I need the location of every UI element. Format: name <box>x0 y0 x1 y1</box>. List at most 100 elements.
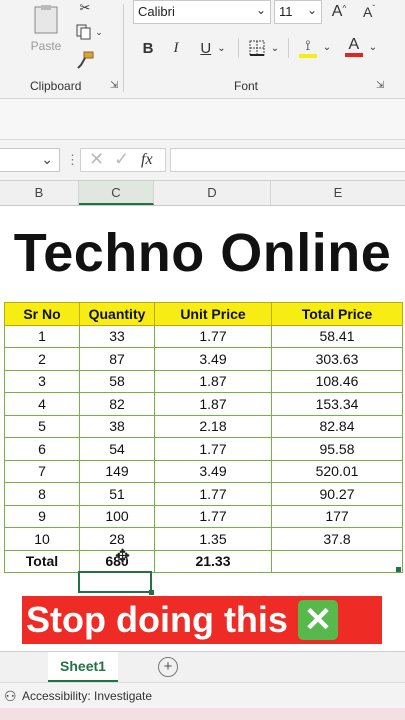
italic-button[interactable]: I <box>166 36 186 60</box>
cell[interactable]: 1.77 <box>154 324 272 348</box>
dialog-launcher-icon[interactable]: ⇲ <box>376 80 384 91</box>
cell[interactable]: 303.63 <box>271 347 403 371</box>
name-box[interactable]: ⌄ <box>0 148 60 172</box>
borders-icon <box>249 40 265 56</box>
cell[interactable]: 51 <box>79 482 155 506</box>
font-name-dropdown[interactable]: Calibri ⌄ <box>133 0 271 24</box>
fill-handle[interactable] <box>396 567 401 572</box>
cell[interactable]: 1.87 <box>154 392 272 416</box>
table-row: 8 51 1.77 90.27 <box>4 482 403 506</box>
cell[interactable]: 82.84 <box>271 414 403 438</box>
format-painter-button[interactable] <box>74 50 96 70</box>
copy-icon <box>76 24 91 40</box>
underline-button[interactable]: U ⌄ <box>194 36 232 60</box>
cell[interactable]: 149 <box>79 459 155 483</box>
cell[interactable]: 1.77 <box>154 437 272 461</box>
cell[interactable]: 8 <box>4 482 80 506</box>
shrink-font-button[interactable]: Aˇ <box>358 0 380 24</box>
cell[interactable]: 58.41 <box>271 324 403 348</box>
cell[interactable]: 38 <box>79 414 155 438</box>
warning-banner: Stop doing this ✕ <box>22 596 382 644</box>
group-separator <box>123 4 124 92</box>
selected-cell[interactable] <box>78 571 152 593</box>
paint-bucket-icon: ⟟ <box>305 36 311 53</box>
cell[interactable]: 1.77 <box>154 504 272 528</box>
cell[interactable]: 33 <box>79 324 155 348</box>
cell[interactable]: 87 <box>79 347 155 371</box>
accessibility-icon[interactable]: ⚇ <box>4 688 17 705</box>
table-row: 9 100 1.77 177 <box>4 504 403 528</box>
clipboard-group-label: Clipboard <box>30 79 82 93</box>
header-total-price[interactable]: Total Price <box>271 302 403 326</box>
cell[interactable]: 100 <box>79 504 155 528</box>
table-row: 6 54 1.77 95.58 <box>4 437 403 461</box>
table-row: 1 33 1.77 58.41 <box>4 324 403 348</box>
clipboard-icon <box>34 5 58 34</box>
cell[interactable]: 3.49 <box>154 347 272 371</box>
ribbon-collapsed-area <box>0 99 405 140</box>
cell[interactable]: 37.8 <box>271 527 403 551</box>
paste-label: Paste <box>30 39 62 53</box>
cut-button[interactable]: ✂ <box>76 0 94 16</box>
cell[interactable]: 4 <box>4 392 80 416</box>
total-label[interactable]: Total <box>4 549 80 573</box>
font-group-label: Font <box>234 79 259 93</box>
cancel-icon[interactable]: ✕ <box>89 149 104 170</box>
check-icon[interactable]: ✓ <box>114 149 129 170</box>
cell[interactable]: 58 <box>79 369 155 393</box>
table-row: 4 82 1.87 153.34 <box>4 392 403 416</box>
cell[interactable]: 1.87 <box>154 369 272 393</box>
cell[interactable]: 177 <box>271 504 403 528</box>
cell[interactable]: 520.01 <box>271 459 403 483</box>
cell[interactable]: 153.34 <box>271 392 403 416</box>
chevron-down-icon: ⌄ <box>306 3 317 17</box>
cell[interactable]: 82 <box>79 392 155 416</box>
header-unit-price[interactable]: Unit Price <box>154 302 272 326</box>
cell[interactable]: 10 <box>4 527 80 551</box>
cell[interactable]: 5 <box>4 414 80 438</box>
cell[interactable]: 1.35 <box>154 527 272 551</box>
total-total-price[interactable] <box>271 549 403 573</box>
header-quantity[interactable]: Quantity <box>79 302 155 326</box>
dialog-launcher-icon[interactable]: ⇲ <box>110 80 118 91</box>
font-color-button[interactable]: A ⌄ <box>340 34 382 60</box>
cell[interactable]: 6 <box>4 437 80 461</box>
cell-fill-handle[interactable] <box>149 590 154 595</box>
cell[interactable]: 7 <box>4 459 80 483</box>
cell[interactable]: 9 <box>4 504 80 528</box>
cell[interactable]: 108.46 <box>271 369 403 393</box>
fill-color-button[interactable]: ⟟ ⌄ <box>294 34 336 60</box>
chevron-down-icon: ⌄ <box>255 3 266 17</box>
cell[interactable]: 3.49 <box>154 459 272 483</box>
cell[interactable]: 95.58 <box>271 437 403 461</box>
accessibility-status[interactable]: Accessibility: Investigate <box>22 689 152 703</box>
header-sr-no[interactable]: Sr No <box>4 302 80 326</box>
cell[interactable]: 2 <box>4 347 80 371</box>
cell[interactable]: 3 <box>4 369 80 393</box>
column-header-e[interactable]: E <box>271 181 405 205</box>
cell[interactable]: 90.27 <box>271 482 403 506</box>
cell[interactable]: 2.18 <box>154 414 272 438</box>
grow-font-button[interactable]: A ^ <box>328 0 350 24</box>
add-sheet-button[interactable]: + <box>158 657 178 677</box>
column-header-d[interactable]: D <box>154 181 271 205</box>
borders-button[interactable]: ⌄ <box>244 36 284 60</box>
insert-function-icon[interactable]: fx <box>141 151 153 169</box>
formula-input[interactable] <box>170 148 405 172</box>
font-size-dropdown[interactable]: 11 ⌄ <box>274 0 322 24</box>
data-table: Sr No Quantity Unit Price Total Price 13… <box>4 302 403 573</box>
copy-button[interactable]: ⌄ <box>74 22 104 42</box>
toolbar-divider <box>238 38 239 58</box>
banner-text: Stop doing this <box>26 599 288 640</box>
paste-button[interactable]: Paste <box>24 0 68 58</box>
sheet-tab-sheet1[interactable]: Sheet1 <box>48 652 118 683</box>
grow-font-icon: A <box>331 3 343 20</box>
cell[interactable]: 1.77 <box>154 482 272 506</box>
cell[interactable]: 54 <box>79 437 155 461</box>
column-header-b[interactable]: B <box>0 181 79 205</box>
font-color-swatch <box>344 53 363 57</box>
total-unit-price[interactable]: 21.33 <box>154 549 272 573</box>
bold-button[interactable]: B <box>138 36 158 60</box>
column-header-c[interactable]: C <box>79 181 154 205</box>
cell[interactable]: 1 <box>4 324 80 348</box>
